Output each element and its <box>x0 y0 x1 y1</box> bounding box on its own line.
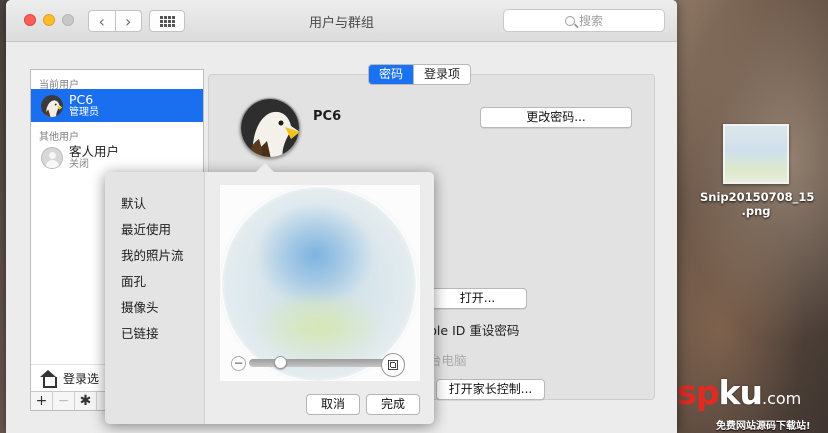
source-linked[interactable]: 已链接 <box>105 321 204 347</box>
fit-picture-button[interactable] <box>381 353 405 377</box>
cancel-button[interactable]: 取消 <box>306 394 360 415</box>
gear-icon[interactable]: ✱ <box>75 392 97 410</box>
change-password-button[interactable]: 更改密码... <box>480 107 632 128</box>
zoom-out-icon[interactable]: − <box>231 355 246 371</box>
guest-user-status: 关闭 <box>69 159 89 170</box>
picture-source-list: 默认 最近使用 我的照片流 面孔 摄像头 已链接 <box>105 172 205 424</box>
file-name-line2: .png <box>741 204 771 218</box>
user-row-pc6[interactable]: PC6 管理员 <box>31 89 203 122</box>
apple-id-reset-text: ple ID 重设密码 <box>429 323 520 338</box>
watermark-subtitle: 免费网站源码下载站! <box>716 421 811 432</box>
tab-password[interactable]: 密码 <box>369 65 414 84</box>
computer-text: 台电脑 <box>429 353 467 368</box>
tab-bar: 密码 登录项 <box>368 64 472 85</box>
login-options-label: 登录选 <box>63 371 100 386</box>
site-watermark: aspku.com 免费网站源码下载站! <box>656 373 828 433</box>
tab-login-items[interactable]: 登录项 <box>413 65 470 84</box>
add-user-button[interactable]: + <box>31 392 53 410</box>
current-user-name: PC6 <box>69 92 94 107</box>
zoom-slider-row: − + <box>231 355 405 371</box>
remove-user-button[interactable]: − <box>53 392 75 410</box>
watermark-suffix: .com <box>762 389 802 408</box>
watermark-white-text: ku <box>718 373 763 412</box>
crop-mask-ring <box>221 186 417 381</box>
source-recents[interactable]: 最近使用 <box>105 217 204 243</box>
user-picture-button[interactable] <box>240 98 300 158</box>
house-icon <box>39 369 57 388</box>
desktop-file-icon[interactable]: Snip20150708_15 .png <box>700 124 815 218</box>
zoom-slider-knob[interactable] <box>274 356 287 369</box>
picture-crop-area[interactable] <box>220 185 420 381</box>
source-camera[interactable]: 摄像头 <box>105 295 204 321</box>
current-user-role: 管理员 <box>69 107 99 118</box>
fit-frame-icon <box>388 360 398 370</box>
search-icon <box>564 15 575 26</box>
file-name-line1: Snip20150708_15 <box>700 190 815 204</box>
search-placeholder: 搜索 <box>578 14 603 28</box>
other-users-header: 其他用户 <box>39 132 79 143</box>
zoom-slider[interactable] <box>249 356 387 369</box>
source-default[interactable]: 默认 <box>105 191 204 217</box>
user-name-label: PC6 <box>313 109 342 124</box>
done-button[interactable]: 完成 <box>366 394 420 415</box>
eagle-picture-icon <box>241 99 299 157</box>
guest-user-icon <box>41 147 63 169</box>
eagle-avatar-icon <box>41 95 63 117</box>
search-field[interactable]: 搜索 <box>503 9 665 32</box>
picture-picker-popover: 默认 最近使用 我的照片流 面孔 摄像头 已链接 − + 取消 完成 <box>105 163 434 424</box>
title-bar: ‹ › 用户与群组 搜索 <box>6 0 677 42</box>
source-faces[interactable]: 面孔 <box>105 269 204 295</box>
current-users-header: 当前用户 <box>39 80 79 91</box>
guest-user-name: 客人用户 <box>69 144 120 159</box>
file-thumbnail <box>723 124 789 184</box>
user-row-guest[interactable]: 客人用户 关闭 <box>31 141 203 174</box>
parental-controls-button[interactable]: 打开家长控制... <box>436 379 545 400</box>
open-button[interactable]: 打开... <box>428 288 527 309</box>
source-photo-stream[interactable]: 我的照片流 <box>105 243 204 269</box>
